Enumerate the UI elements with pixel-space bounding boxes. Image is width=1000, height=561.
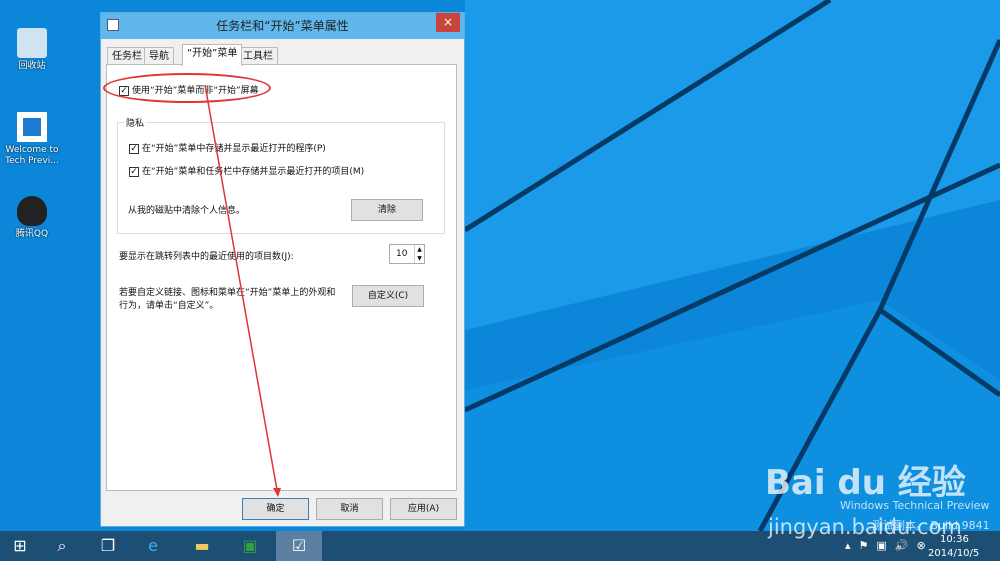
title-bar[interactable]: 任务栏和“开始”菜单属性 × (101, 13, 464, 39)
checkmark-icon: ✓ (129, 143, 139, 154)
windows-icon (17, 112, 47, 142)
qq-penguin-icon (17, 196, 47, 226)
build-watermark-line1: Windows Technical Preview (840, 499, 990, 512)
apply-button[interactable]: 应用(A) (390, 498, 457, 520)
tab-start-menu[interactable]: “开始”菜单 (182, 44, 243, 66)
customize-text-2: 行为，请单击“自定义”。 (119, 301, 219, 311)
clear-info-label: 从我的磁贴中清除个人信息。 (128, 206, 246, 216)
recent-programs-checkbox[interactable]: ✓ 在“开始”菜单中存储并显示最近打开的程序(P) (129, 141, 326, 154)
recent-items-checkbox[interactable]: ✓ 在“开始”菜单和任务栏中存储并显示最近打开的项目(M) (129, 164, 364, 177)
file-explorer-icon[interactable]: ▬ (182, 531, 222, 561)
taskbar-properties-window-button[interactable]: ☑ (276, 531, 322, 561)
internet-explorer-icon[interactable]: e (133, 531, 173, 561)
checkmark-icon: ✓ (129, 166, 139, 177)
spin-arrows-icon[interactable]: ▲ ▼ (414, 245, 424, 263)
app-icon (107, 19, 119, 31)
search-icon[interactable]: ⌕ (42, 531, 82, 561)
customize-text: 若要自定义链接、图标和菜单在“开始”菜单上的外观和 (119, 288, 336, 298)
jumplist-count-label: 要显示在跳转列表中的最近使用的项目数(J): (119, 252, 294, 262)
desktop-icon-recycle-bin[interactable]: 回收站 (2, 28, 62, 72)
close-button[interactable]: × (436, 13, 460, 32)
cancel-button[interactable]: 取消 (316, 498, 383, 520)
taskbar-start-menu-properties-dialog: 任务栏和“开始”菜单属性 × 任务栏 导航 “开始”菜单 工具栏 ✓ 使用“开始”菜… (100, 12, 465, 527)
tab-toolbars[interactable]: 工具栏 (238, 47, 278, 65)
red-annotation-ellipse (103, 73, 271, 103)
dialog-title: 任务栏和“开始”菜单属性 (216, 19, 349, 33)
task-view-icon[interactable]: ❐ (88, 531, 128, 561)
clear-button[interactable]: 清除 (351, 199, 423, 221)
desktop-icon-welcome[interactable]: Welcome to Tech Previ... (2, 112, 62, 167)
system-tray-icons[interactable]: ▴⚑▣🔊⊗ (845, 539, 934, 552)
privacy-group: 隐私 ✓ 在“开始”菜单中存储并显示最近打开的程序(P) ✓ 在“开始”菜单和任务栏… (117, 116, 445, 234)
start-menu-panel: ✓ 使用“开始”菜单而非“开始”屏幕 隐私 ✓ 在“开始”菜单中存储并显示最近打开的… (103, 64, 457, 491)
store-icon[interactable]: ▣ (230, 531, 270, 561)
jumplist-count-stepper[interactable]: 10 ▲ ▼ (389, 244, 425, 264)
privacy-legend: 隐私 (124, 116, 147, 129)
customize-button[interactable]: 自定义(C) (352, 285, 424, 307)
tab-navigation[interactable]: 导航 (144, 47, 174, 65)
baidu-logo-watermark: Bai du 经验 (765, 463, 966, 503)
start-button[interactable]: ⊞ (0, 531, 40, 561)
baidu-url-watermark: jingyan.baidu.com (768, 515, 962, 539)
ok-button[interactable]: 确定 (242, 498, 309, 520)
recycle-bin-icon (17, 28, 47, 58)
desktop-icon-qq[interactable]: 腾讯QQ (2, 196, 62, 240)
clock-date[interactable]: 2014/10/5 (928, 548, 979, 559)
tab-taskbar[interactable]: 任务栏 (107, 47, 147, 65)
